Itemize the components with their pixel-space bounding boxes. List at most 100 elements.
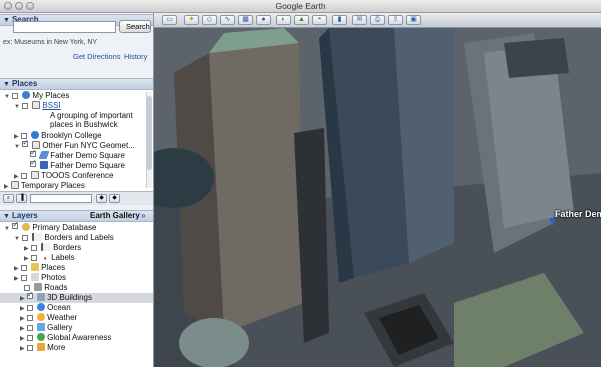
- tree-row-bssi[interactable]: ▼ BSSI: [14, 101, 61, 111]
- checkbox-checked[interactable]: [12, 223, 19, 229]
- places-filter-field[interactable]: [30, 194, 92, 203]
- tree-row-label: My Places: [32, 91, 70, 100]
- record-tour-icon[interactable]: ●: [256, 15, 271, 25]
- get-directions-link[interactable]: Get Directions: [73, 52, 121, 61]
- gallery-star-icon: [37, 323, 46, 331]
- switch-planet-icon[interactable]: ◓: [312, 15, 327, 25]
- places-scrollbar[interactable]: [146, 92, 152, 188]
- layers-panel-title: Layers: [11, 211, 38, 220]
- tree-row-father-demo-square-2[interactable]: Father Demo Square: [30, 161, 125, 171]
- checkbox[interactable]: [26, 345, 33, 351]
- disclosure-down-icon[interactable]: ▼: [14, 144, 20, 150]
- disclosure-right-icon[interactable]: ▶: [4, 184, 9, 190]
- checkbox-checked[interactable]: [30, 151, 36, 157]
- disclosure-right-icon[interactable]: ▶: [20, 296, 25, 302]
- tree-row-tooos-conference[interactable]: ▶ TOOOS Conference: [14, 171, 113, 181]
- checkbox[interactable]: [12, 93, 19, 99]
- tree-row-label[interactable]: BSSI: [42, 101, 60, 110]
- tree-row-father-demo-square-1[interactable]: Father Demo Square: [30, 151, 125, 161]
- layer-row-weather[interactable]: ▶ Weather: [20, 313, 77, 323]
- tree-row-my-places[interactable]: ▼ My Places: [4, 91, 69, 101]
- checkbox[interactable]: [22, 103, 29, 109]
- tree-row-label: Borders and Labels: [44, 233, 114, 242]
- disclosure-down-icon[interactable]: ▼: [4, 226, 10, 232]
- checkbox[interactable]: [30, 255, 37, 261]
- sunlight-icon[interactable]: ▲: [294, 15, 309, 25]
- layer-row-photos[interactable]: ▶ Photos: [14, 273, 66, 283]
- tree-row-label: Roads: [44, 283, 68, 292]
- print-icon[interactable]: ⎙: [370, 15, 385, 25]
- search-input[interactable]: [13, 21, 116, 33]
- layer-row-more[interactable]: ▶ More: [20, 343, 65, 353]
- panel-toggle-icon[interactable]: ▐: [16, 194, 27, 203]
- placemark-label[interactable]: Father Demo: [555, 209, 601, 219]
- disclosure-down-icon[interactable]: ▼: [14, 104, 20, 110]
- checkbox-checked[interactable]: [26, 293, 33, 299]
- disclosure-right-icon[interactable]: ▶: [20, 336, 25, 342]
- places-panel-title: Places: [11, 79, 38, 88]
- tree-row-label: Weather: [47, 313, 78, 322]
- disclosure-right-icon[interactable]: ▶: [24, 256, 29, 262]
- checkbox[interactable]: [20, 173, 27, 179]
- disclosure-down-icon[interactable]: ▼: [4, 94, 10, 100]
- layer-row-global-awareness[interactable]: ▶ Global Awareness: [20, 333, 111, 343]
- layer-row-borders[interactable]: ▶ Borders: [24, 243, 81, 253]
- checkbox[interactable]: [20, 265, 27, 271]
- layer-row-places[interactable]: ▶ Places: [14, 263, 65, 273]
- places-panel-header[interactable]: ▼ Places: [0, 78, 153, 90]
- flag-icon: [32, 233, 43, 241]
- checkbox[interactable]: [30, 245, 37, 251]
- disclosure-right-icon[interactable]: ▶: [14, 266, 19, 272]
- move-down-icon[interactable]: ◆: [109, 194, 120, 203]
- checkbox[interactable]: [26, 315, 33, 321]
- disclosure-right-icon[interactable]: ▶: [20, 316, 25, 322]
- checkbox[interactable]: [22, 235, 29, 241]
- checkbox[interactable]: [20, 275, 27, 281]
- layer-row-3d-buildings[interactable]: ▶ 3D Buildings: [0, 293, 153, 303]
- path-tool-icon[interactable]: ∿: [220, 15, 235, 25]
- search-button[interactable]: Search: [119, 20, 151, 33]
- earth-gallery-chevron-icon[interactable]: »: [141, 211, 145, 221]
- disclosure-right-icon[interactable]: ▶: [14, 174, 19, 180]
- layer-row-labels[interactable]: ▶ • Labels: [24, 253, 75, 263]
- view-in-maps-icon[interactable]: ▣: [406, 15, 421, 25]
- email-icon[interactable]: ✉: [352, 15, 367, 25]
- historical-imagery-icon[interactable]: ◐: [276, 15, 291, 25]
- placemark-tool-icon[interactable]: ✦: [184, 15, 199, 25]
- checkbox[interactable]: [26, 325, 33, 331]
- database-icon: [22, 223, 31, 231]
- globe-folder-icon: [22, 91, 31, 99]
- checkbox[interactable]: [26, 335, 33, 341]
- tree-row-temporary-places[interactable]: ▶ Temporary Places: [4, 181, 85, 191]
- disclosure-down-icon[interactable]: ▼: [14, 236, 20, 242]
- move-up-icon[interactable]: ◆: [96, 194, 107, 203]
- disclosure-right-icon[interactable]: ▶: [24, 246, 29, 252]
- disclosure-right-icon[interactable]: ▶: [14, 276, 19, 282]
- checkbox-checked[interactable]: [22, 141, 29, 147]
- checkbox-checked[interactable]: [30, 161, 36, 167]
- disclosure-right-icon[interactable]: ▶: [20, 306, 25, 312]
- layer-row-gallery[interactable]: ▶ Gallery: [20, 323, 72, 333]
- ruler-icon[interactable]: ▮: [332, 15, 347, 25]
- layers-panel-header[interactable]: ▼ Layers Earth Gallery »: [0, 210, 153, 222]
- search-places-icon[interactable]: ⌕: [3, 194, 14, 203]
- disclosure-right-icon[interactable]: ▶: [14, 134, 19, 140]
- checkbox[interactable]: [26, 305, 33, 311]
- layer-row-primary-database[interactable]: ▼ Primary Database: [4, 223, 96, 233]
- save-image-icon[interactable]: ⇪: [388, 15, 403, 25]
- polygon-tool-icon[interactable]: ◇: [202, 15, 217, 25]
- disclosure-right-icon[interactable]: ▶: [20, 346, 25, 352]
- more-folder-icon: [37, 343, 46, 351]
- scrollbar-thumb[interactable]: [147, 96, 152, 170]
- aerial-imagery[interactable]: [154, 13, 601, 367]
- history-link[interactable]: History: [124, 52, 147, 61]
- map-view[interactable]: Father Demo ▭ ✦ ◇ ∿ ▦ ● ◐ ▲ ◓ ▮ ✉ ⎙ ⇪ ▣: [154, 13, 601, 367]
- earth-gallery-button[interactable]: Earth Gallery: [90, 211, 140, 221]
- layer-row-borders-and-labels[interactable]: ▼ Borders and Labels: [14, 233, 114, 243]
- tree-row-label: Borders: [53, 243, 82, 252]
- layer-row-ocean[interactable]: ▶ Ocean: [20, 303, 71, 313]
- sidebar-toggle-icon[interactable]: ▭: [162, 15, 177, 25]
- image-overlay-icon[interactable]: ▦: [238, 15, 253, 25]
- disclosure-right-icon[interactable]: ▶: [20, 326, 25, 332]
- tree-row-label: Father Demo Square: [50, 151, 125, 160]
